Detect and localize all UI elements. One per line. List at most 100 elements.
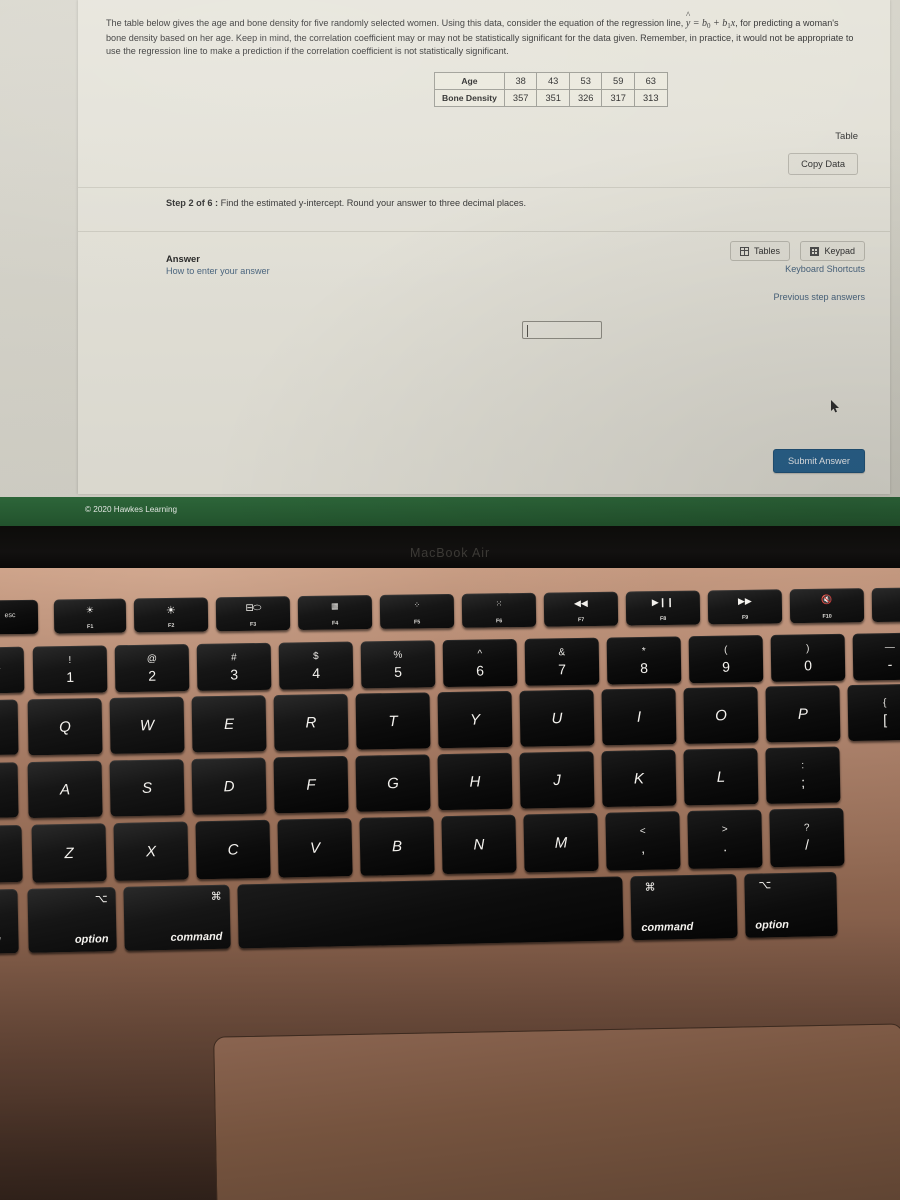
key-4[interactable]: $ 4	[278, 641, 354, 690]
key-command-right[interactable]: ⌘ command	[630, 873, 738, 941]
key-9-legend: ( 9	[722, 644, 730, 674]
key-f8-play-pause[interactable]: ▶❙❙ F8	[625, 590, 701, 626]
key-j[interactable]: J	[519, 751, 595, 809]
key-semicolon[interactable]: : ;	[765, 746, 841, 804]
key-shift-left[interactable]	[0, 824, 23, 884]
copy-data-button[interactable]: Copy Data	[788, 153, 858, 175]
key-8-legend: * 8	[640, 645, 648, 675]
key-l[interactable]: L	[683, 748, 759, 806]
key-z[interactable]: Z	[31, 823, 107, 883]
key-bracket-left[interactable]: { [	[847, 683, 900, 742]
key-9[interactable]: ( 9	[688, 635, 764, 684]
cell-age-5: 63	[633, 72, 668, 90]
key-1[interactable]: ! 1	[32, 645, 108, 694]
key-n[interactable]: N	[441, 814, 517, 875]
key-space[interactable]	[237, 876, 624, 949]
key-r-label: R	[305, 713, 317, 732]
key-caps-lock[interactable]	[0, 762, 19, 819]
key-f9-fast-forward[interactable]: ▶▶ F9	[707, 589, 783, 625]
key-f11-label: F11	[872, 612, 900, 619]
cell-density-2: 351	[536, 89, 570, 107]
key-d-label: D	[223, 777, 235, 795]
mute-icon: 🔇	[821, 594, 833, 605]
key-f5-keyboard-brightness-down[interactable]: ⁘ F5	[379, 593, 455, 629]
key-2[interactable]: @ 2	[114, 644, 190, 693]
key-w[interactable]: W	[109, 696, 185, 754]
key-o[interactable]: O	[683, 686, 759, 744]
key-option-right[interactable]: ⌥ option	[744, 871, 838, 938]
key-r[interactable]: R	[273, 693, 349, 752]
key-f11-volume-down[interactable]: 🔉 F11	[871, 587, 900, 623]
key-h[interactable]: H	[437, 752, 513, 811]
key-7-top: &	[558, 646, 566, 658]
key-g[interactable]: G	[355, 754, 431, 812]
submit-answer-button[interactable]: Submit Answer	[772, 449, 865, 473]
answer-input[interactable]	[522, 321, 602, 339]
key-comma[interactable]: < ,	[605, 811, 681, 871]
key-x[interactable]: X	[113, 821, 189, 882]
key-option-left[interactable]: ⌥ option	[27, 887, 117, 953]
key-f[interactable]: F	[273, 755, 349, 814]
key-tab[interactable]	[0, 699, 19, 756]
key-f6-keyboard-brightness-up[interactable]: ⁙ F6	[461, 592, 537, 628]
key-6-bot: 6	[476, 661, 485, 679]
key-command-left-label: command	[170, 930, 223, 944]
key-e[interactable]: E	[191, 695, 267, 753]
tables-button[interactable]: Tables	[729, 241, 790, 261]
key-f1-brightness-down[interactable]: ☀ F1	[53, 598, 127, 634]
key-d[interactable]: D	[191, 757, 267, 815]
key-t[interactable]: T	[355, 692, 431, 750]
key-8[interactable]: * 8	[606, 636, 682, 685]
key-u[interactable]: U	[519, 689, 595, 747]
previous-step-answers-link[interactable]: Previous step answers	[774, 292, 865, 302]
key-m-label: M	[554, 834, 568, 852]
cell-age-1: 38	[503, 72, 538, 90]
key-p[interactable]: P	[765, 685, 841, 743]
modifier-key-row: ^ control ⌥ option ⌘ command	[0, 871, 900, 955]
key-f8-label: F8	[659, 615, 667, 623]
key-a[interactable]: A	[27, 760, 103, 819]
key-8-bot: 8	[640, 659, 649, 676]
step-instruction: Step 2 of 6 : Find the estimated y-inter…	[166, 198, 526, 208]
key-e-label: E	[223, 715, 235, 733]
key-i[interactable]: I	[601, 688, 677, 746]
key-s-label: S	[141, 779, 153, 797]
key-command-left[interactable]: ⌘ command	[123, 884, 231, 951]
trackpad[interactable]	[213, 1023, 900, 1200]
key-y[interactable]: Y	[437, 690, 513, 749]
key-c[interactable]: C	[195, 819, 271, 880]
key-backtick-bot: `	[0, 664, 2, 680]
how-to-enter-answer-link[interactable]: How to enter your answer	[166, 266, 270, 276]
key-backtick[interactable]: `	[0, 646, 25, 694]
key-f3-mission-control[interactable]: ⊟⬭ F3	[215, 596, 291, 632]
key-7[interactable]: & 7	[524, 637, 600, 686]
key-slash[interactable]: ? /	[769, 807, 845, 868]
key-9-bot: 9	[722, 658, 731, 675]
key-v[interactable]: V	[277, 818, 353, 878]
key-period[interactable]: > .	[687, 809, 763, 870]
key-3[interactable]: # 3	[196, 642, 272, 691]
key-5[interactable]: % 5	[360, 640, 436, 689]
key-minus[interactable]: — -	[852, 632, 900, 681]
key-6-top: ^	[477, 647, 483, 660]
key-f10-mute[interactable]: 🔇 F10	[789, 588, 865, 624]
key-b[interactable]: B	[359, 816, 435, 876]
keyboard-shortcuts-link[interactable]: Keyboard Shortcuts	[785, 264, 865, 274]
key-slash-legend: ? /	[804, 822, 810, 852]
key-m[interactable]: M	[523, 812, 599, 873]
key-f7-rewind[interactable]: ◀◀ F7	[543, 591, 619, 627]
key-f2-brightness-up[interactable]: ☀ F2	[133, 597, 209, 633]
key-comma-bot: ,	[640, 839, 646, 856]
key-q[interactable]: Q	[27, 698, 103, 756]
key-esc[interactable]: esc	[0, 599, 39, 635]
key-esc-label: esc	[4, 612, 16, 620]
key-0[interactable]: ) 0	[770, 633, 846, 682]
key-s[interactable]: S	[109, 759, 185, 817]
key-6[interactable]: ^ 6	[442, 638, 518, 688]
keypad-button[interactable]: Keypad	[800, 241, 865, 261]
play-pause-icon: ▶❙❙	[651, 596, 674, 608]
key-control[interactable]: ^ control	[0, 889, 19, 955]
key-k[interactable]: K	[601, 749, 677, 808]
key-f4-launchpad[interactable]: ▦ F4	[297, 595, 373, 631]
key-bracket-left-legend: { [	[883, 697, 887, 727]
